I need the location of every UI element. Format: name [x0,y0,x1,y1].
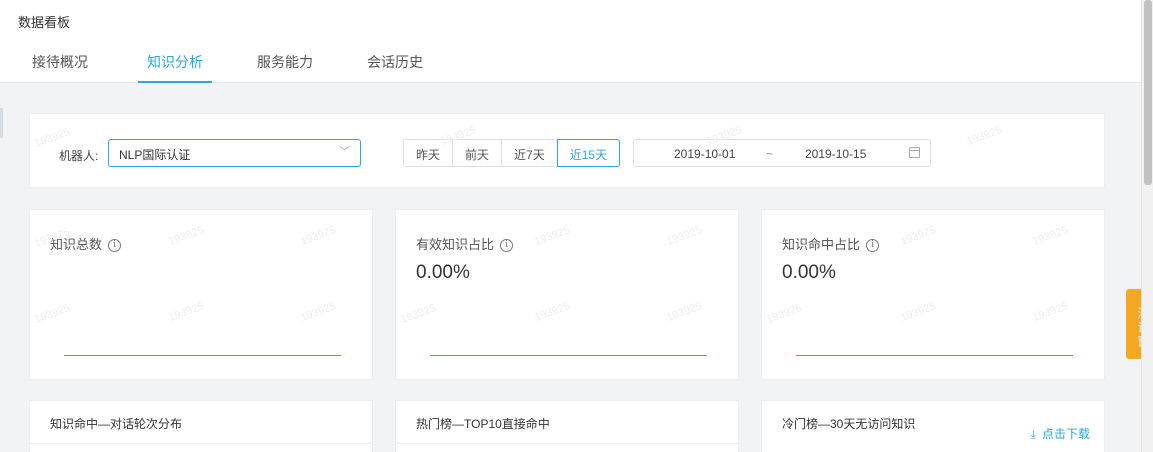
date-separator: ~ [766,147,774,161]
panel-title: 热门榜—TOP10直接命中 [416,417,550,431]
tab-service-capability[interactable]: 服务能力 [230,42,340,83]
download-link[interactable]: ⤓ 点击下载 [1031,425,1090,442]
header: 数据看板 接待概况 知识分析 服务能力 会话历史 [0,0,1141,83]
stat-value: 0.00% [782,262,836,283]
tab-reception-overview[interactable]: 接待概况 [0,42,120,83]
panel-hot-top10: 热门榜—TOP10直接命中 [395,400,739,452]
divider [396,443,738,444]
stat-card-valid-ratio: 有效知识占比 i 0.00% [395,209,739,380]
robot-label: 机器人: [59,149,99,163]
range-day-before-button[interactable]: 前天 [452,139,503,167]
stat-title: 知识命中占比 i [782,234,880,253]
calendar-icon [909,147,920,158]
robot-select[interactable]: NLP国际认证 ﹀ [108,139,361,167]
divider [30,443,372,444]
stat-card-hit-ratio: 知识命中占比 i 0.00% [761,209,1105,380]
scroll-thumb[interactable] [1144,0,1152,185]
date-range-picker[interactable]: 2019-10-01 ~ 2019-10-15 [633,139,931,167]
download-icon: ⤓ [1030,427,1036,441]
range-7-days-button[interactable]: 近7天 [501,139,558,167]
panel-title: 冷门榜—30天无访问知识 [782,417,916,431]
trend-line [64,355,341,356]
side-handle[interactable] [0,108,3,138]
panel-title: 知识命中—对话轮次分布 [50,417,183,431]
date-start: 2019-10-01 [674,147,736,161]
range-15-days-button[interactable]: 近15天 [556,139,621,167]
info-icon[interactable]: i [500,239,514,253]
trend-line [430,355,707,356]
info-icon[interactable]: i [108,239,122,253]
panel-turn-distribution: 知识命中—对话轮次分布 [29,400,373,452]
scrollbar[interactable] [1141,0,1153,452]
panel-cold-knowledge: 冷门榜—30天无访问知识 ⤓ 点击下载 [761,400,1105,452]
trend-line [796,355,1073,356]
chevron-down-icon: ﹀ [339,146,350,158]
tab-session-history[interactable]: 会话历史 [340,42,450,83]
filter-panel: 机器人: NLP国际认证 ﹀ 昨天 前天 近7天 近15天 2019-10-01… [29,113,1105,188]
date-range-buttons: 昨天 前天 近7天 近15天 [403,139,621,167]
page-title: 数据看板 [18,15,71,30]
tab-knowledge-analysis[interactable]: 知识分析 [120,42,230,83]
date-end: 2019-10-15 [805,147,867,161]
range-yesterday-button[interactable]: 昨天 [403,139,454,167]
info-icon[interactable]: i [866,239,880,253]
stat-title: 知识总数 i [50,234,122,253]
tab-bar: 接待概况 知识分析 服务能力 会话历史 [0,42,450,83]
stat-card-knowledge-total: 知识总数 i [29,209,373,380]
stat-value: 0.00% [416,262,470,283]
stat-title: 有效知识占比 i [416,234,514,253]
robot-select-value: NLP国际认证 [119,148,191,162]
